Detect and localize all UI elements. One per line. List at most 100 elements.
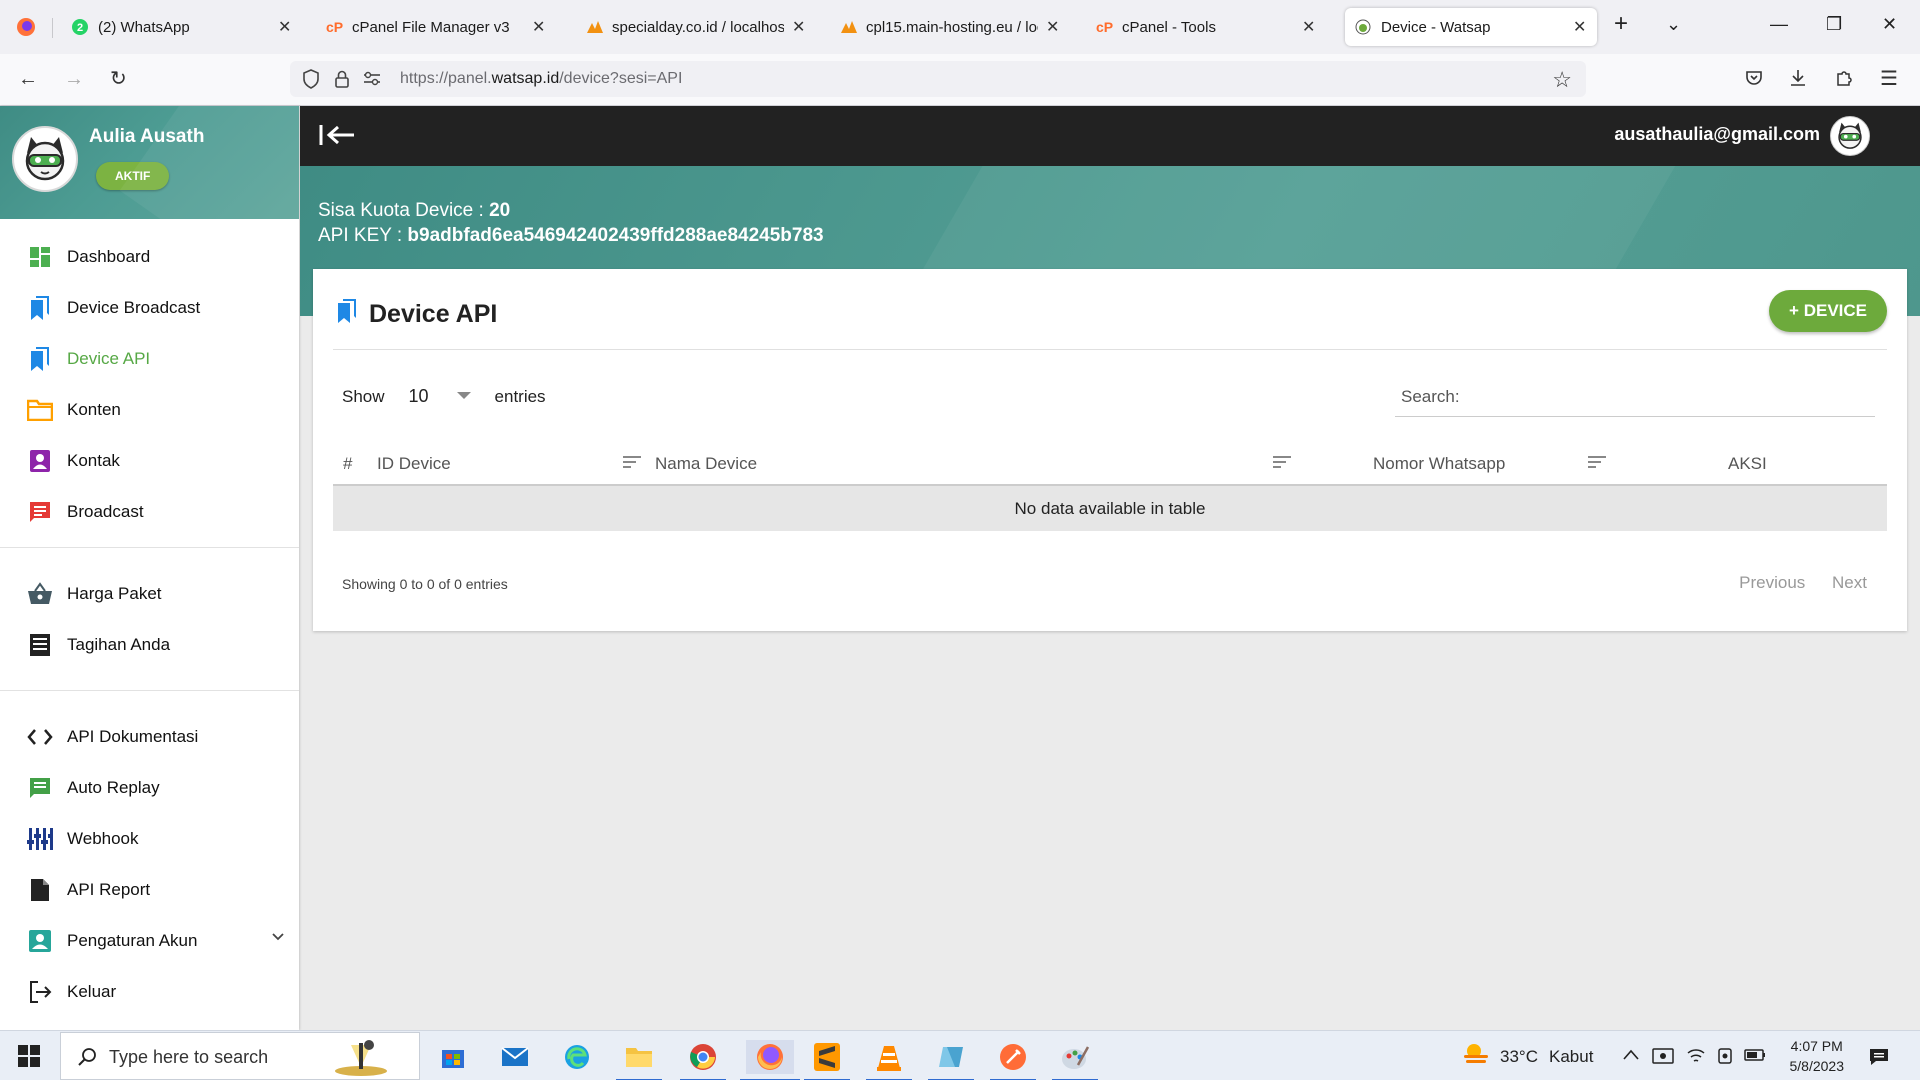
battery-icon[interactable]	[1744, 1047, 1766, 1067]
firefox-menu-icon[interactable]	[16, 17, 36, 42]
weather-temperature[interactable]: 33°C	[1500, 1047, 1538, 1067]
minimize-icon[interactable]: —	[1770, 14, 1788, 35]
weather-icon[interactable]	[1462, 1041, 1490, 1072]
restore-icon[interactable]: ❐	[1826, 14, 1842, 35]
table-empty-row: No data available in table	[333, 486, 1887, 531]
lock-icon[interactable]	[334, 69, 350, 94]
device-icon[interactable]	[1716, 1047, 1734, 1070]
close-tab-icon[interactable]: ✕	[532, 17, 546, 37]
download-icon[interactable]	[1788, 68, 1808, 93]
paint-icon[interactable]	[1052, 1040, 1098, 1080]
avatar[interactable]	[1830, 116, 1870, 156]
sidebar-item-label: Konten	[67, 399, 121, 419]
column-header-id-device[interactable]: ID Device	[377, 454, 451, 474]
avatar[interactable]	[12, 126, 78, 192]
previous-button[interactable]: Previous	[1739, 573, 1805, 592]
url-text[interactable]: https://panel.watsap.id/device?sesi=API	[400, 70, 682, 88]
tab-cpanel-tools[interactable]: cP cPanel - Tools ✕	[1086, 8, 1326, 46]
postman-icon[interactable]	[990, 1040, 1036, 1080]
mail-icon[interactable]	[498, 1040, 532, 1074]
chevron-up-icon[interactable]	[1622, 1047, 1640, 1067]
sidebar-item-api-dokumentasi[interactable]: API Dokumentasi	[0, 711, 299, 762]
new-tab-icon[interactable]: +	[1614, 10, 1628, 38]
windows-start-icon[interactable]	[18, 1045, 40, 1072]
watsap-icon	[1355, 19, 1371, 35]
sidebar-item-api-report[interactable]: API Report	[0, 864, 299, 915]
wifi-icon[interactable]	[1686, 1047, 1706, 1070]
tab-device-watsap[interactable]: Device - Watsap ✕	[1345, 8, 1597, 46]
extensions-icon[interactable]	[1834, 68, 1854, 93]
search-input[interactable]: Search:	[1395, 385, 1875, 417]
sidebar-item-harga-paket[interactable]: Harga Paket	[0, 568, 299, 619]
tab-cpanel-file-manager[interactable]: cP cPanel File Manager v3 ✕	[316, 8, 556, 46]
search-icon	[77, 1047, 97, 1072]
svg-text:cP: cP	[326, 19, 343, 35]
sort-icon[interactable]	[1588, 456, 1606, 471]
firefox-icon[interactable]	[740, 1040, 800, 1080]
close-tab-icon[interactable]: ✕	[1573, 17, 1587, 37]
reload-icon[interactable]: ↻	[110, 68, 127, 90]
url-bar[interactable]: https://panel.watsap.id/device?sesi=API …	[290, 61, 1586, 97]
bookmark-star-icon[interactable]: ☆	[1552, 67, 1572, 93]
sidebar-item-label: Broadcast	[67, 501, 144, 521]
back-icon[interactable]: ←	[18, 68, 38, 90]
edge-icon[interactable]	[560, 1040, 594, 1074]
taskbar-search-input[interactable]: Type here to search	[60, 1032, 420, 1080]
sidebar-item-kontak[interactable]: Kontak	[0, 435, 299, 486]
chevron-down-icon[interactable]	[271, 930, 285, 945]
sublime-text-icon[interactable]	[804, 1040, 850, 1080]
api-key-value[interactable]: b9adbfad6ea546942402439ffd288ae84245b783	[407, 225, 823, 246]
permissions-icon[interactable]	[362, 70, 382, 93]
dashboard-icon	[27, 244, 53, 270]
meet-now-icon[interactable]	[1652, 1047, 1674, 1072]
sidebar-item-label: Webhook	[67, 828, 139, 848]
microsoft-store-icon[interactable]	[436, 1040, 470, 1074]
user-email[interactable]: ausathaulia@gmail.com	[1614, 124, 1820, 145]
close-window-icon[interactable]: ✕	[1882, 14, 1897, 35]
chevron-down-icon[interactable]: ⌄	[1666, 14, 1681, 35]
file-explorer-icon[interactable]	[616, 1040, 662, 1080]
sidebar-item-dashboard[interactable]: Dashboard	[0, 231, 299, 282]
sort-icon[interactable]	[1273, 456, 1291, 471]
close-tab-icon[interactable]: ✕	[1046, 17, 1060, 37]
sidebar-item-broadcast[interactable]: Broadcast	[0, 486, 299, 537]
hamburger-menu-icon[interactable]: ☰	[1880, 68, 1898, 90]
next-button[interactable]: Next	[1832, 573, 1867, 592]
chrome-icon[interactable]	[680, 1040, 726, 1080]
close-tab-icon[interactable]: ✕	[278, 17, 292, 37]
sidebar-item-auto-replay[interactable]: Auto Replay	[0, 762, 299, 813]
sidebar-item-tagihan-anda[interactable]: Tagihan Anda	[0, 619, 299, 670]
sidebar-item-keluar[interactable]: Keluar	[0, 966, 299, 1017]
sidebar-item-label: Harga Paket	[67, 583, 162, 603]
shield-icon[interactable]	[302, 69, 320, 94]
sidebar-item-device-api[interactable]: Device API	[0, 333, 299, 384]
close-tab-icon[interactable]: ✕	[1302, 17, 1316, 37]
tab-whatsapp[interactable]: 2 (2) WhatsApp ✕	[62, 8, 302, 46]
notification-center-icon[interactable]	[1868, 1047, 1890, 1072]
tab-phpmyadmin-mainhosting[interactable]: cpl15.main-hosting.eu / loca ✕	[830, 8, 1070, 46]
system-clock[interactable]: 4:07 PM 5/8/2023	[1790, 1036, 1845, 1076]
sort-icon[interactable]	[623, 456, 641, 471]
sidebar-item-label: Device Broadcast	[67, 297, 201, 317]
column-header-nama-device[interactable]: Nama Device	[655, 454, 757, 474]
sidebar-item-konten[interactable]: Konten	[0, 384, 299, 435]
pocket-icon[interactable]	[1744, 68, 1764, 93]
collapse-sidebar-icon[interactable]	[318, 122, 356, 153]
add-device-button[interactable]: + DEVICE	[1769, 290, 1887, 332]
menu-group-main: Dashboard Device Broadcast Device API Ko…	[0, 219, 299, 547]
basket-icon	[27, 581, 53, 607]
sidebar-item-pengaturan-akun[interactable]: Pengaturan Akun	[0, 915, 299, 966]
sidebar-item-webhook[interactable]: Webhook	[0, 813, 299, 864]
clock-time: 4:07 PM	[1790, 1038, 1843, 1054]
notepad-icon[interactable]	[928, 1040, 974, 1080]
message-icon	[27, 775, 53, 801]
entries-select[interactable]: 10	[409, 386, 471, 408]
vlc-icon[interactable]	[866, 1040, 912, 1080]
cpanel-icon: cP	[1096, 19, 1113, 35]
forward-icon[interactable]: →	[64, 68, 84, 90]
column-header-nomor-whatsapp[interactable]: Nomor Whatsapp	[1373, 454, 1505, 474]
close-tab-icon[interactable]: ✕	[792, 17, 806, 37]
tab-phpmyadmin-specialday[interactable]: specialday.co.id / localhost ✕	[576, 8, 816, 46]
sidebar-item-device-broadcast[interactable]: Device Broadcast	[0, 282, 299, 333]
weather-description[interactable]: Kabut	[1549, 1047, 1593, 1067]
